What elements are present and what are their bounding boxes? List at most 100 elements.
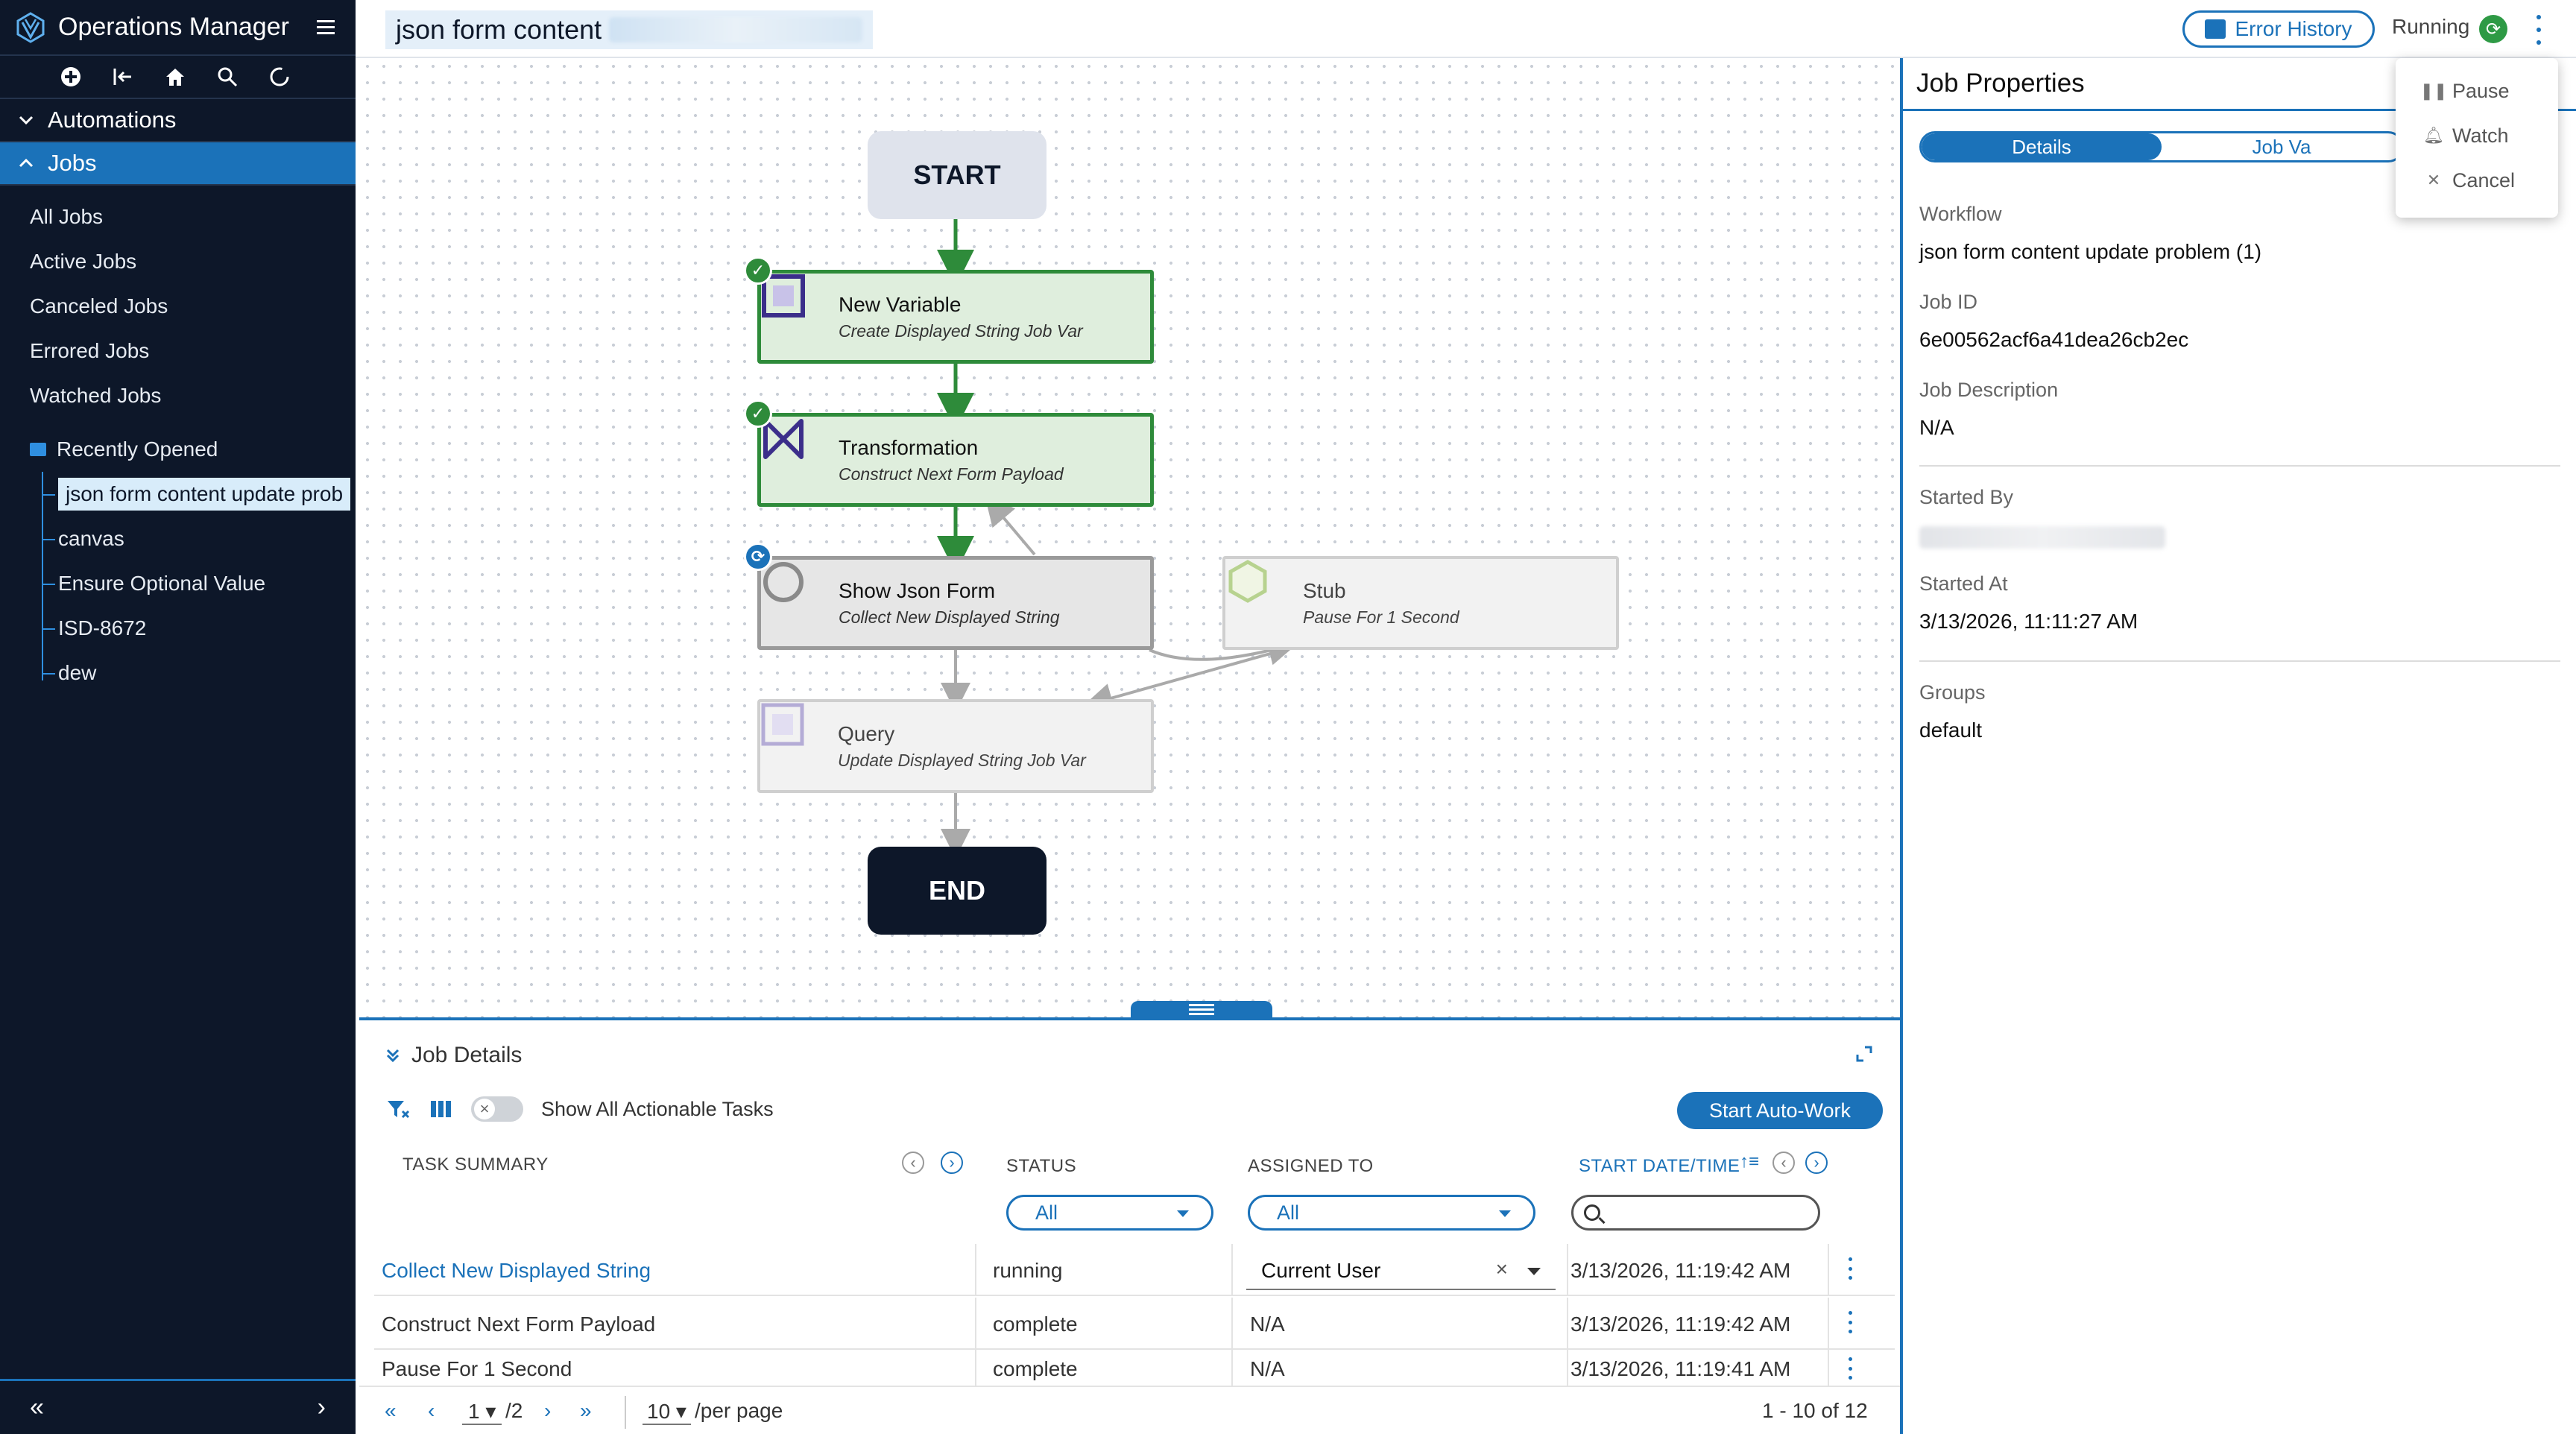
column-assigned-to[interactable]: ASSIGNED TO (1248, 1156, 1374, 1177)
tab-details[interactable]: Details (1922, 133, 2162, 160)
columns-icon[interactable] (428, 1098, 453, 1120)
recent-item[interactable]: canvas (42, 517, 356, 561)
actionable-tasks-toggle[interactable] (471, 1096, 523, 1122)
recent-item-label: dew (58, 661, 97, 684)
first-page-icon[interactable]: « (385, 1399, 397, 1423)
status-filter-select[interactable]: All (1006, 1195, 1213, 1231)
tab-job-variables[interactable]: Job Va (2162, 133, 2402, 160)
expand-panel-icon[interactable] (1854, 1044, 1874, 1064)
home-icon[interactable] (162, 64, 188, 89)
node-title: Show Json Form (839, 578, 996, 602)
per-page-label: /per page (695, 1399, 783, 1422)
sidebar-item-all-jobs[interactable]: All Jobs (0, 195, 356, 239)
chevron-left-icon[interactable]: ‹ (902, 1152, 924, 1174)
previous-page-icon[interactable]: ‹ (428, 1399, 435, 1423)
transformation-icon (763, 419, 824, 484)
sidebar-item-canceled-jobs[interactable]: Canceled Jobs (0, 284, 356, 329)
tree-line (42, 472, 43, 680)
node-subtitle: Update Displayed String Job Var (838, 750, 1086, 770)
filter-icon[interactable] (385, 1098, 410, 1120)
task-status: running (993, 1259, 1063, 1282)
hamburger-menu-icon[interactable] (311, 13, 341, 42)
node-title: New Variable (839, 292, 962, 316)
task-node-new-variable[interactable]: New Variable Create Displayed String Job … (757, 270, 1154, 364)
workflow-canvas[interactable]: START New Variable Create Displayed Strin… (359, 58, 2261, 1017)
running-status-icon: ⟳ (2479, 15, 2507, 43)
table-row[interactable]: Pause For 1 Second complete N/A 3/13/202… (374, 1348, 1895, 1386)
recent-item[interactable]: Ensure Optional Value (42, 561, 356, 606)
assignee-select[interactable]: Current User × (1246, 1248, 1556, 1290)
end-node[interactable]: END (868, 847, 1046, 935)
assigned-filter-select[interactable]: All (1248, 1195, 1535, 1231)
page-total: /2 (505, 1399, 523, 1422)
recent-item[interactable]: ISD-8672 (42, 606, 356, 651)
running-icon: ⟳ (744, 543, 772, 571)
column-divider (1567, 1244, 1568, 1296)
sidebar-section-automations[interactable]: Automations (0, 99, 356, 142)
task-link[interactable]: Collect New Displayed String (382, 1259, 651, 1283)
table-row[interactable]: Construct Next Form Payload complete N/A… (374, 1298, 1895, 1350)
job-id-label: Job ID (1919, 291, 1978, 313)
column-status[interactable]: STATUS (1006, 1156, 1076, 1177)
column-task-summary[interactable]: TASK SUMMARY (402, 1155, 549, 1175)
task-node-stub[interactable]: Stub Pause For 1 Second (1222, 556, 1619, 650)
menu-item-pause[interactable]: ❚❚ Pause (2396, 69, 2558, 113)
recent-item[interactable]: json form content update prob (42, 472, 356, 517)
clear-icon[interactable]: × (1496, 1257, 1508, 1281)
date-search-input[interactable] (1571, 1195, 1820, 1231)
start-node[interactable]: START (868, 131, 1046, 219)
per-page-select[interactable]: 10 ▾ (643, 1399, 691, 1425)
task-node-query[interactable]: Query Update Displayed String Job Var (757, 699, 1154, 793)
redacted-user (1919, 526, 2165, 549)
sidebar-item-active-jobs[interactable]: Active Jobs (0, 239, 356, 284)
next-page-icon[interactable]: › (544, 1399, 551, 1423)
redacted-text (609, 17, 863, 42)
chevron-right-icon[interactable]: › (941, 1152, 963, 1174)
expand-icon[interactable]: › (318, 1393, 326, 1422)
more-options-icon[interactable] (2531, 15, 2546, 45)
sidebar-item-errored-jobs[interactable]: Errored Jobs (0, 329, 356, 373)
column-divider (1231, 1244, 1233, 1296)
job-details-header[interactable]: Job Details (385, 1043, 522, 1068)
task-name: Construct Next Form Payload (382, 1313, 656, 1336)
last-page-icon[interactable]: » (580, 1399, 592, 1423)
row-options-icon[interactable] (1846, 1311, 1854, 1333)
row-options-icon[interactable] (1846, 1257, 1854, 1280)
task-node-show-json-form[interactable]: Show Json Form Collect New Displayed Stri… (757, 556, 1154, 650)
collapse-sidebar-icon[interactable]: « (30, 1393, 44, 1422)
task-name: Pause For 1 Second (382, 1357, 572, 1380)
manual-task-icon (763, 562, 824, 627)
search-icon[interactable] (215, 64, 240, 89)
bottom-panel-resize-handle[interactable] (1131, 1001, 1272, 1017)
node-title: Transformation (839, 435, 979, 459)
recent-item[interactable]: dew (42, 651, 356, 695)
task-node-transformation[interactable]: Transformation Construct Next Form Payloa… (757, 413, 1154, 507)
chevron-left-icon[interactable]: ‹ (1772, 1152, 1795, 1174)
error-history-button[interactable]: Error History (2182, 10, 2375, 48)
chevron-right-icon[interactable]: › (1805, 1152, 1828, 1174)
recent-item-label: Ensure Optional Value (58, 572, 266, 595)
row-options-icon[interactable] (1846, 1357, 1854, 1380)
sidebar-section-jobs[interactable]: Jobs (0, 142, 356, 186)
pagination: « ‹ 1 ▾ /2 › » 10 ▾ /per page 1 - 10 of … (359, 1386, 1900, 1434)
menu-item-cancel[interactable]: ✕ Cancel (2396, 158, 2558, 203)
refresh-icon[interactable] (267, 64, 292, 89)
import-icon[interactable] (110, 64, 136, 89)
sidebar-item-watched-jobs[interactable]: Watched Jobs (0, 373, 356, 418)
node-subtitle: Pause For 1 Second (1303, 607, 1459, 627)
node-subtitle: Collect New Displayed String (839, 607, 1060, 627)
recently-opened-header[interactable]: Recently Opened (0, 427, 356, 472)
top-bar: json form content Error History (356, 0, 2576, 58)
menu-item-watch[interactable]: 🔔︎ Watch (2396, 113, 2558, 158)
start-auto-work-button[interactable]: Start Auto-Work (1677, 1092, 1883, 1129)
page-select[interactable]: 1 ▾ (462, 1399, 502, 1425)
table-row[interactable]: Collect New Displayed String running Cur… (374, 1244, 1895, 1296)
column-divider (1231, 1298, 1233, 1350)
started-at-label: Started At (1919, 572, 2008, 595)
stub-icon (1228, 560, 1288, 627)
sort-icon[interactable]: ↑≡ (1740, 1152, 1759, 1172)
job-details-title: Job Details (411, 1043, 523, 1067)
column-start-date[interactable]: START DATE/TIME (1579, 1156, 1740, 1177)
check-icon: ✓ (744, 399, 772, 428)
add-icon[interactable] (58, 64, 83, 89)
